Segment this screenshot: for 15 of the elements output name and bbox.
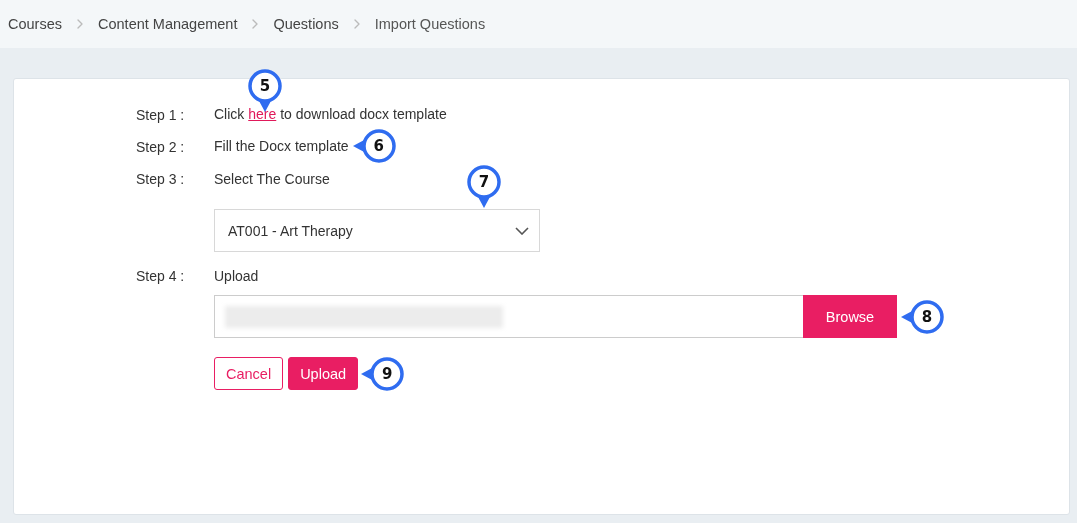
step-label: Step 3 :	[136, 170, 186, 188]
step-label: Step 1 :	[136, 106, 186, 124]
file-field[interactable]	[214, 295, 803, 338]
step-instruction: Upload	[214, 267, 259, 285]
step-label: Step 2 :	[136, 138, 186, 156]
step-instruction: Fill the Docx template	[214, 137, 349, 154]
cancel-button[interactable]: Cancel	[214, 357, 284, 390]
breadcrumb-link[interactable]: Courses	[8, 16, 62, 32]
chevron-down-icon	[515, 226, 529, 235]
step-label: Step 4 :	[136, 267, 186, 285]
step-instruction: Select The Course	[214, 170, 330, 188]
breadcrumb-link[interactable]: Content Management	[98, 16, 238, 32]
breadcrumb-link[interactable]: Questions	[273, 16, 339, 32]
course-select[interactable]: AT001 - Art Therapy	[214, 209, 540, 252]
breadcrumb-link[interactable]: Import Questions	[374, 16, 486, 32]
